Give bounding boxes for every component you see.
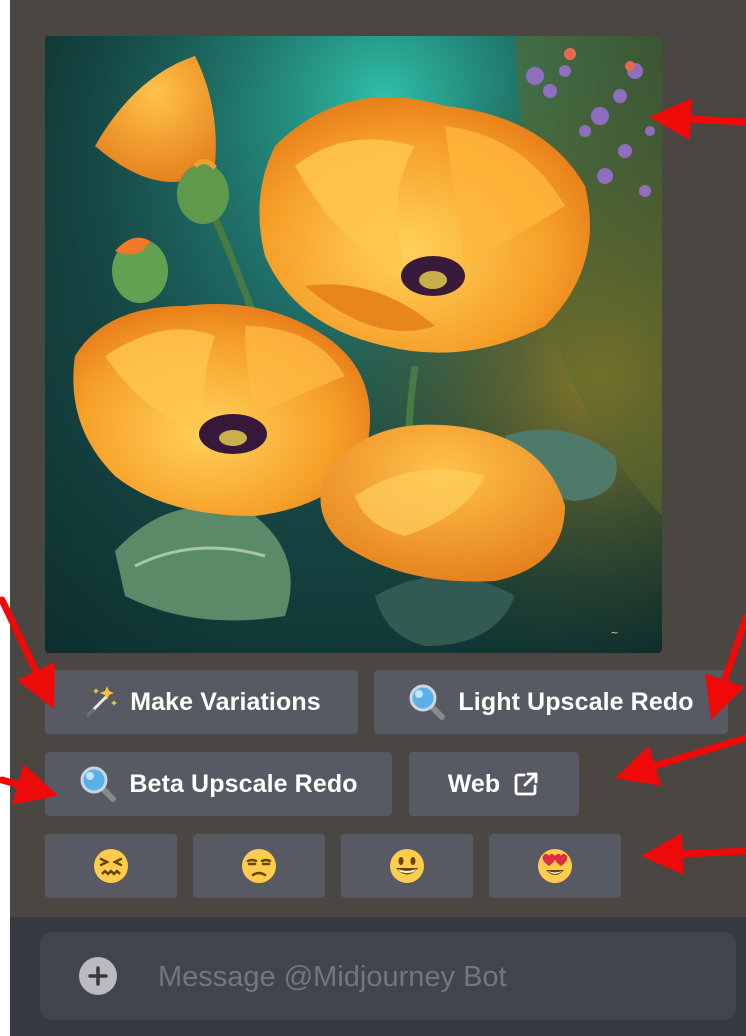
plus-circle-icon [88,966,108,986]
unamused-face-icon [242,849,276,883]
make-variations-label: Make Variations [130,687,321,716]
generated-image[interactable]: ~ [45,36,662,653]
message-input[interactable] [156,950,720,1004]
light-upscale-redo-button[interactable]: Light Upscale Redo [374,670,728,734]
beta-upscale-redo-button[interactable]: Beta Upscale Redo [45,752,392,816]
beta-upscale-redo-label: Beta Upscale Redo [129,769,358,798]
magic-wand-icon [86,686,118,717]
rate-grinning-button[interactable] [341,834,473,898]
light-upscale-redo-label: Light Upscale Redo [458,687,694,716]
magnifying-glass-icon [80,766,117,802]
magnifying-glass-icon [409,684,446,720]
external-link-icon [514,772,538,796]
poppy-painting: ~ [45,36,662,653]
confounded-face-icon [94,849,128,883]
heart-eyes-face-icon [538,849,572,883]
web-label: Web [447,769,501,798]
rate-unamused-button[interactable] [193,834,325,898]
rate-confounded-button[interactable] [45,834,177,898]
rate-heart-eyes-button[interactable] [489,834,621,898]
web-link-button[interactable]: Web [409,752,579,816]
attach-button[interactable] [79,957,117,995]
make-variations-button[interactable]: Make Variations [45,670,358,734]
svg-text:~: ~ [610,626,619,639]
grinning-face-icon [390,849,424,883]
